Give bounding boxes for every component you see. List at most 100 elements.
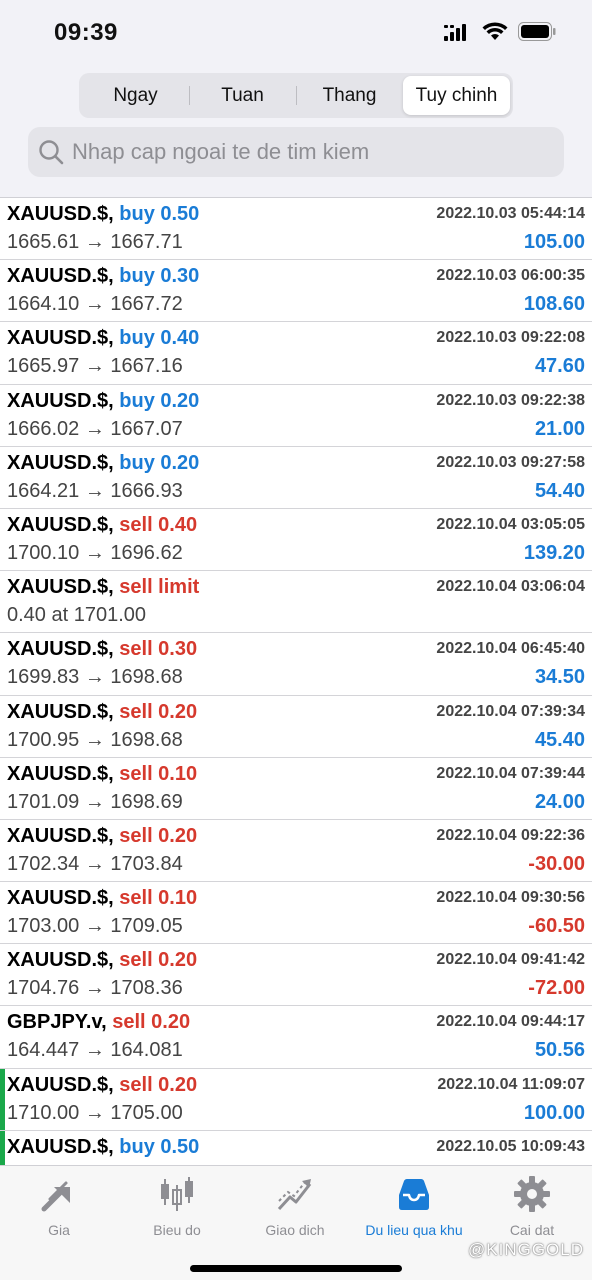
history-row[interactable]: XAUUSD.$, buy 0.50 2022.10.05 10:09:43	[0, 1130, 592, 1165]
history-row[interactable]: XAUUSD.$, sell 0.10 2022.10.04 09:30:56 17…	[0, 882, 592, 945]
tab-giao-dich[interactable]: Giao dich	[236, 1174, 354, 1238]
home-indicator	[190, 1265, 402, 1272]
cellular-signal-icon	[444, 23, 466, 41]
tab-bieu-do[interactable]: Bieu do	[118, 1174, 236, 1238]
history-row[interactable]: XAUUSD.$, sell 0.10 2022.10.04 07:39:44 17…	[0, 757, 592, 820]
trade-time: 2022.10.04 09:44:17	[436, 1013, 585, 1031]
history-row[interactable]: XAUUSD.$, buy 0.20 2022.10.03 09:27:58 166…	[0, 446, 592, 509]
tab-cai-dat[interactable]: Cai dat	[473, 1174, 591, 1238]
trade-prices: 0.40 at 1701.00	[7, 604, 147, 627]
trade-profit: 105.00	[523, 231, 585, 253]
battery-icon	[518, 22, 556, 41]
trade-symbol-line: XAUUSD.$, sell 0.10	[7, 763, 197, 786]
trade-profit: 34.50	[534, 666, 585, 689]
tab-du-lieu-qua-khu[interactable]: Du lieu qua khu	[355, 1174, 473, 1238]
trade-profit: 24.00	[534, 790, 585, 813]
trade-time: 2022.10.03 09:27:58	[436, 453, 585, 471]
search-input[interactable]	[72, 139, 552, 165]
trade-profit: 108.60	[523, 293, 585, 316]
history-row[interactable]: XAUUSD.$, buy 0.50 2022.10.03 05:44:14 166…	[0, 198, 592, 261]
trade-symbol-line: XAUUSD.$, buy 0.30	[7, 265, 199, 288]
trade-profit: 139.20	[523, 541, 585, 564]
trade-profit: 21.00	[534, 417, 585, 440]
trade-symbol: XAUUSD.$,	[7, 762, 114, 785]
trade-side: buy 0.50	[119, 1135, 200, 1158]
trade-prices: 1666.02 → 1667.07	[7, 417, 183, 440]
tab-label-giao-dich: Giao dich	[265, 1222, 325, 1238]
trade-symbol: GBPJPY.v,	[7, 1011, 107, 1034]
status-time: 09:39	[54, 19, 118, 46]
trade-symbol: XAUUSD.$,	[7, 638, 114, 661]
segment-tuan[interactable]: Tuan	[189, 76, 296, 115]
trade-prices: 1703.00 → 1709.05	[7, 915, 183, 938]
search-bar[interactable]	[28, 127, 564, 177]
history-row[interactable]: GBPJPY.v, sell 0.20 2022.10.04 09:44:17 16…	[0, 1006, 592, 1069]
trade-side: buy 0.20	[119, 451, 200, 474]
trade-time: 2022.10.04 07:39:34	[436, 702, 585, 720]
trade-time: 2022.10.04 03:06:04	[436, 578, 585, 596]
trade-time: 2022.10.04 09:41:42	[436, 951, 585, 969]
trade-symbol: XAUUSD.$,	[7, 576, 114, 599]
history-row[interactable]: XAUUSD.$, buy 0.30 2022.10.03 06:00:35 166…	[0, 260, 592, 323]
trade-prices: 1700.10 → 1696.62	[7, 541, 183, 564]
trade-side: sell 0.40	[119, 513, 198, 536]
trade-symbol: XAUUSD.$,	[7, 949, 114, 972]
tab-bar: Gia Bieu do Giao dich Du lieu qua khu Ca…	[0, 1165, 592, 1280]
history-row[interactable]: XAUUSD.$, buy 0.20 2022.10.03 09:22:38 166…	[0, 384, 592, 447]
trade-time: 2022.10.04 03:05:05	[436, 515, 585, 533]
trade-prices: 164.447 → 164.081	[7, 1039, 183, 1062]
trade-symbol: XAUUSD.$,	[7, 700, 114, 723]
history-row[interactable]: XAUUSD.$, buy 0.40 2022.10.03 09:22:08 166…	[0, 322, 592, 385]
trade-profit: 45.40	[534, 728, 585, 751]
history-row[interactable]: XAUUSD.$, sell 0.40 2022.10.04 03:05:05 17…	[0, 508, 592, 572]
trade-symbol-line: XAUUSD.$, sell 0.10	[7, 887, 197, 910]
segment-ngay[interactable]: Ngay	[82, 76, 189, 115]
segment-tuy-chinh[interactable]: Tuy chinh	[403, 76, 510, 115]
history-row[interactable]: XAUUSD.$, sell 0.20 2022.10.04 09:41:42 17…	[0, 944, 592, 1007]
trade-side: sell 0.10	[119, 887, 198, 910]
trade-side: sell 0.20	[112, 1011, 191, 1034]
trade-symbol: XAUUSD.$,	[7, 513, 114, 536]
trade-side: sell 0.20	[119, 824, 198, 847]
trade-symbol-line: XAUUSD.$, sell 0.30	[7, 638, 197, 661]
period-segmented-control: Ngay Tuan Thang Tuy chinh	[79, 73, 513, 118]
status-bar: 09:39	[0, 0, 592, 62]
history-row[interactable]: XAUUSD.$, sell 0.20 2022.10.04 09:22:36 17…	[0, 819, 592, 883]
trade-symbol-line: GBPJPY.v, sell 0.20	[7, 1011, 190, 1034]
trade-prices: 1702.34 → 1703.84	[7, 852, 183, 875]
wifi-icon	[482, 22, 508, 40]
trade-line-icon	[275, 1174, 315, 1214]
trade-symbol-line: XAUUSD.$, sell 0.40	[7, 514, 197, 537]
trade-symbol: XAUUSD.$,	[7, 887, 114, 910]
trade-prices: 1664.21 → 1666.93	[7, 479, 183, 502]
history-row[interactable]: XAUUSD.$, sell 0.20 2022.10.04 11:09:07 17…	[0, 1068, 592, 1131]
trade-time: 2022.10.03 05:44:14	[436, 205, 585, 222]
trade-time: 2022.10.04 07:39:44	[436, 764, 585, 782]
history-row[interactable]: XAUUSD.$, sell limit 2022.10.04 03:06:04 0…	[0, 571, 592, 634]
trade-symbol-line: XAUUSD.$, sell 0.20	[7, 949, 197, 972]
segment-thang[interactable]: Thang	[296, 76, 403, 115]
trade-profit: 47.60	[534, 355, 585, 378]
tab-gia[interactable]: Gia	[0, 1174, 118, 1238]
trade-symbol-line: XAUUSD.$, sell limit	[7, 576, 199, 599]
history-inbox-icon	[394, 1174, 434, 1214]
tab-label-bieu-do: Bieu do	[153, 1222, 201, 1238]
tab-label-cai-dat: Cai dat	[509, 1222, 555, 1238]
trade-profit: 54.40	[534, 479, 585, 502]
trade-time: 2022.10.04 11:09:07	[437, 1075, 585, 1093]
trade-symbol-line: XAUUSD.$, buy 0.20	[7, 452, 199, 475]
history-row[interactable]: XAUUSD.$, sell 0.30 2022.10.04 06:45:40 16…	[0, 633, 592, 696]
trade-time: 2022.10.04 09:22:36	[436, 826, 585, 844]
trade-prices: 1710.00 → 1705.00	[7, 1101, 183, 1124]
trade-profit: -72.00	[528, 977, 585, 1000]
trade-side: sell 0.20	[119, 700, 198, 723]
trade-time: 2022.10.05 10:09:43	[436, 1137, 585, 1155]
trade-side: sell 0.10	[119, 762, 198, 785]
trade-symbol: XAUUSD.$,	[7, 265, 114, 288]
trade-time: 2022.10.03 09:22:08	[436, 329, 585, 347]
trade-profit: -30.00	[528, 852, 585, 875]
trade-symbol: XAUUSD.$,	[7, 203, 114, 225]
tab-label-gia: Gia	[48, 1222, 70, 1238]
history-list[interactable]: XAUUSD.$, buy 0.50 2022.10.03 05:44:14 166…	[0, 197, 592, 1165]
history-row[interactable]: XAUUSD.$, sell 0.20 2022.10.04 07:39:34 17…	[0, 695, 592, 758]
